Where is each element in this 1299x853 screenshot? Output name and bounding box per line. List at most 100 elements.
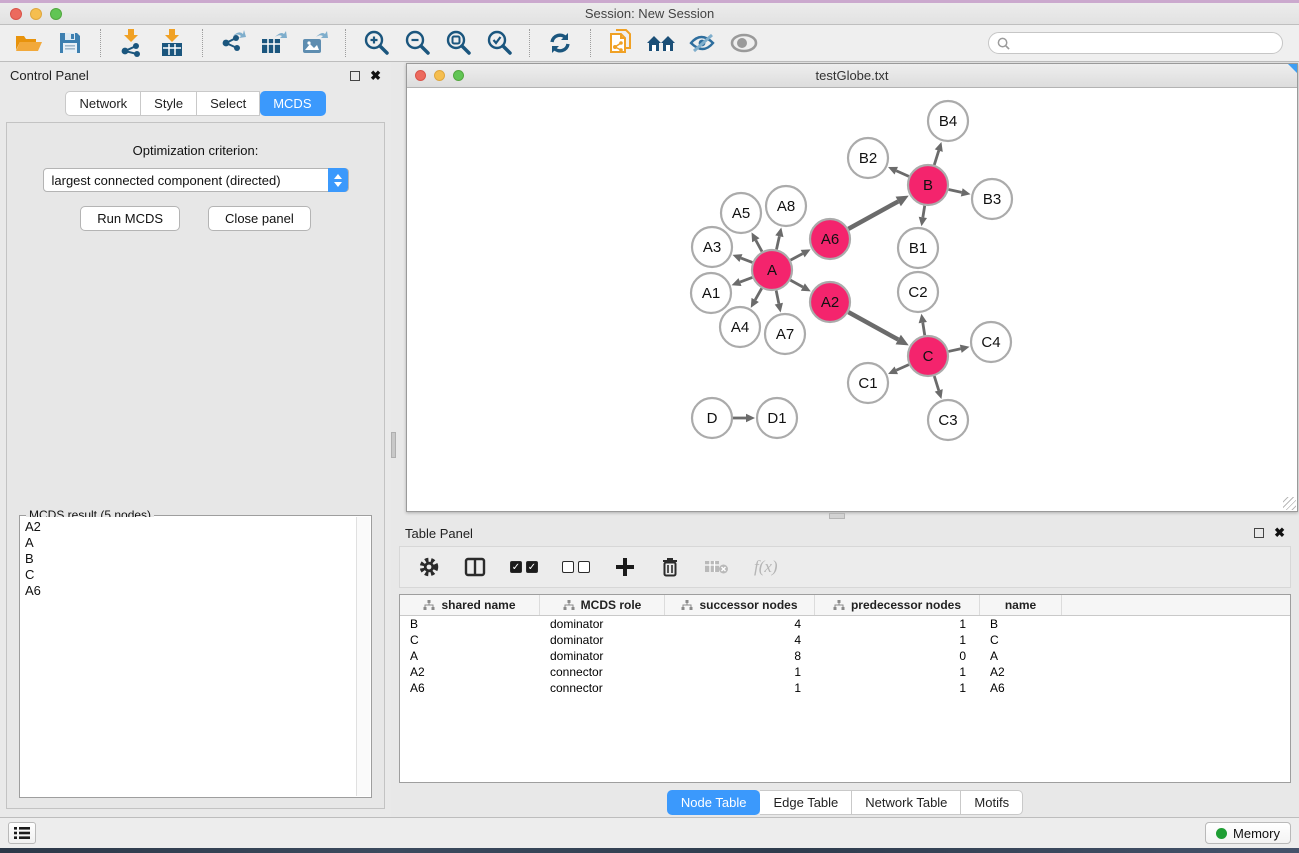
cell-successor-nodes[interactable]: 4	[665, 633, 815, 647]
graph-edge-A2-C[interactable]	[848, 312, 898, 339]
column-header-successor-nodes[interactable]: successor nodes	[665, 595, 815, 615]
zoom-in-button[interactable]	[359, 28, 393, 58]
table-row[interactable]: C dominator 4 1 C	[400, 632, 1290, 648]
cell-successor-nodes[interactable]: 1	[665, 665, 815, 679]
cell-mcds-role[interactable]: connector	[540, 665, 665, 679]
float-table-panel-icon[interactable]	[1254, 528, 1264, 538]
graph-edge-A-A2[interactable]	[790, 280, 802, 287]
graph-edge-C-C3[interactable]	[934, 376, 938, 390]
graph-edge-C-C1[interactable]	[896, 365, 909, 371]
cell-predecessor-nodes[interactable]: 1	[815, 681, 980, 695]
close-panel-icon[interactable]: ✖	[370, 71, 381, 81]
tab-style[interactable]: Style	[141, 91, 197, 116]
graph-edge-B-B4[interactable]	[934, 151, 938, 165]
cell-name[interactable]: A2	[980, 665, 1062, 679]
graph-edge-C-C2[interactable]	[923, 323, 925, 336]
optimization-criterion-select[interactable]: largest connected component (directed)	[43, 168, 349, 192]
network-canvas[interactable]: B4B2BB3A8A5A6A3B1AA1C2A2A4A7C4CC1DD1C3	[407, 89, 1297, 511]
add-column-button[interactable]	[614, 552, 636, 582]
table-row[interactable]: A2 connector 1 1 A2	[400, 664, 1290, 680]
show-task-history-button[interactable]	[8, 822, 36, 844]
deselect-all-button[interactable]	[562, 552, 590, 582]
refresh-view-button[interactable]	[543, 28, 577, 58]
cell-name[interactable]: C	[980, 633, 1062, 647]
graph-edge-B-B2[interactable]	[896, 171, 909, 177]
cell-shared-name[interactable]: B	[400, 617, 540, 631]
graph-edge-A-A3[interactable]	[741, 258, 752, 262]
open-session-button[interactable]	[12, 28, 46, 58]
table-row[interactable]: B dominator 4 1 B	[400, 616, 1290, 632]
cell-successor-nodes[interactable]: 8	[665, 649, 815, 663]
export-network-button[interactable]	[216, 28, 250, 58]
table-divider-handle[interactable]	[829, 513, 845, 519]
cell-shared-name[interactable]: A	[400, 649, 540, 663]
close-panel-button[interactable]: Close panel	[208, 206, 311, 231]
new-network-from-selection-button[interactable]	[604, 28, 638, 58]
zoom-out-button[interactable]	[400, 28, 434, 58]
cell-mcds-role[interactable]: dominator	[540, 649, 665, 663]
cell-successor-nodes[interactable]: 4	[665, 617, 815, 631]
panel-divider-handle[interactable]	[391, 432, 396, 458]
save-session-button[interactable]	[53, 28, 87, 58]
tab-edge-table[interactable]: Edge Table	[760, 790, 852, 815]
result-list-item[interactable]: A6	[25, 583, 356, 599]
search-input[interactable]	[1015, 36, 1274, 50]
result-list-item[interactable]: A	[25, 535, 356, 551]
cell-shared-name[interactable]: C	[400, 633, 540, 647]
export-image-button[interactable]	[298, 28, 332, 58]
result-list-item[interactable]: B	[25, 551, 356, 567]
cell-shared-name[interactable]: A6	[400, 681, 540, 695]
table-row[interactable]: A dominator 8 0 A	[400, 648, 1290, 664]
tab-node-table[interactable]: Node Table	[667, 790, 761, 815]
cell-name[interactable]: A6	[980, 681, 1062, 695]
show-all-button[interactable]	[727, 28, 761, 58]
float-panel-icon[interactable]	[350, 71, 360, 81]
show-column-button[interactable]	[464, 552, 486, 582]
tab-network[interactable]: Network	[65, 91, 141, 116]
run-mcds-button[interactable]: Run MCDS	[80, 206, 180, 231]
network-graph[interactable]: B4B2BB3A8A5A6A3B1AA1C2A2A4A7C4CC1DD1C3	[407, 89, 1296, 511]
column-header-mcds-role[interactable]: MCDS role	[540, 595, 665, 615]
graph-edge-A-A5[interactable]	[756, 240, 762, 251]
zoom-fit-button[interactable]	[441, 28, 475, 58]
column-header-name[interactable]: name	[980, 595, 1062, 615]
graph-edge-B-B3[interactable]	[949, 189, 962, 192]
cell-mcds-role[interactable]: connector	[540, 681, 665, 695]
graph-edge-A6-B[interactable]	[848, 201, 898, 228]
cell-name[interactable]: A	[980, 649, 1062, 663]
cell-predecessor-nodes[interactable]: 0	[815, 649, 980, 663]
cell-shared-name[interactable]: A2	[400, 665, 540, 679]
cell-name[interactable]: B	[980, 617, 1062, 631]
first-neighbors-button[interactable]	[645, 28, 679, 58]
tab-mcds[interactable]: MCDS	[260, 91, 325, 116]
import-network-button[interactable]	[114, 28, 148, 58]
zoom-selected-button[interactable]	[482, 28, 516, 58]
cell-predecessor-nodes[interactable]: 1	[815, 633, 980, 647]
cell-predecessor-nodes[interactable]: 1	[815, 617, 980, 631]
graph-edge-A-A4[interactable]	[755, 288, 762, 300]
cell-predecessor-nodes[interactable]: 1	[815, 665, 980, 679]
tab-network-table[interactable]: Network Table	[852, 790, 961, 815]
delete-column-button[interactable]	[660, 552, 680, 582]
cell-mcds-role[interactable]: dominator	[540, 617, 665, 631]
close-table-panel-icon[interactable]: ✖	[1274, 528, 1285, 538]
search-field[interactable]	[988, 32, 1283, 54]
select-all-button[interactable]: ✓✓	[510, 552, 538, 582]
graph-edge-A-A8[interactable]	[776, 236, 779, 249]
cell-successor-nodes[interactable]: 1	[665, 681, 815, 695]
result-list-item[interactable]: C	[25, 567, 356, 583]
column-header-predecessor-nodes[interactable]: predecessor nodes	[815, 595, 980, 615]
table-settings-button[interactable]	[418, 552, 440, 582]
window-resize-grip[interactable]	[1283, 497, 1296, 510]
graph-edge-A-A1[interactable]	[740, 277, 752, 282]
graph-edge-A-A7[interactable]	[776, 291, 779, 304]
import-table-button[interactable]	[155, 28, 189, 58]
cell-mcds-role[interactable]: dominator	[540, 633, 665, 647]
tab-select[interactable]: Select	[197, 91, 260, 116]
network-window-titlebar[interactable]: testGlobe.txt	[407, 64, 1297, 88]
export-table-button[interactable]	[257, 28, 291, 58]
column-header-shared-name[interactable]: shared name	[400, 595, 540, 615]
graph-edge-C-C4[interactable]	[948, 349, 960, 352]
tab-motifs[interactable]: Motifs	[961, 790, 1023, 815]
graph-edge-B-B1[interactable]	[923, 206, 925, 218]
